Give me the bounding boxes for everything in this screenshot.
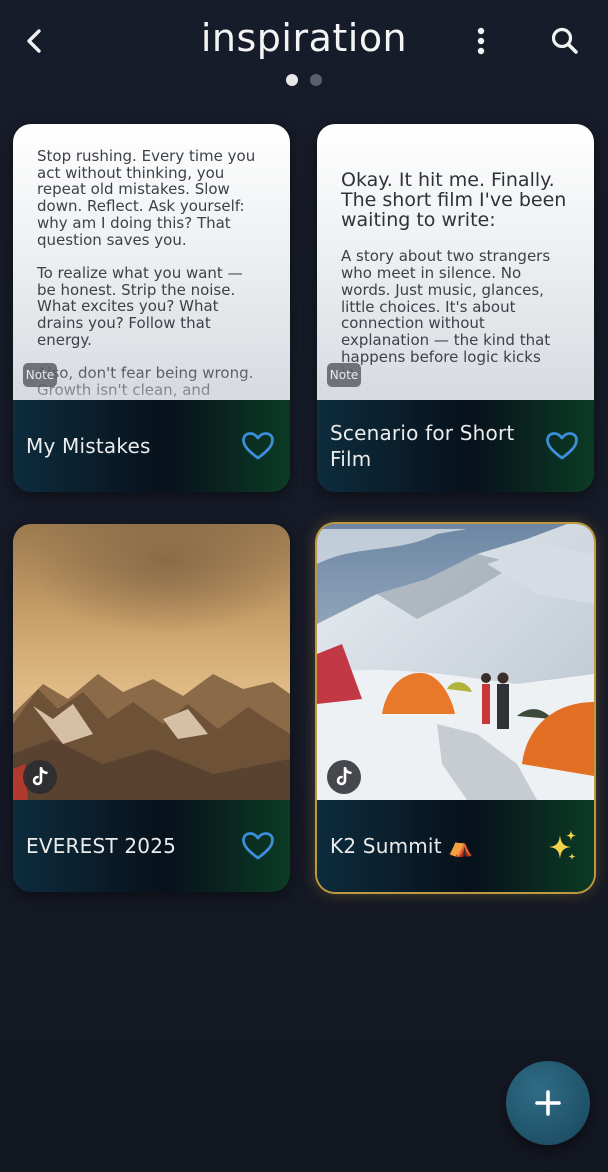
card-scenario-short-film[interactable]: Okay. It hit me. Finally. The short film… <box>317 124 594 492</box>
tiktok-badge <box>23 760 57 794</box>
page-dot-active[interactable] <box>286 74 298 86</box>
tiktok-badge <box>327 760 361 794</box>
inspiration-screen: inspiration Stop rushing. Every time you… <box>0 0 608 1172</box>
card-title: Scenario for Short Film <box>330 421 515 471</box>
card-everest-2025[interactable]: EVEREST 2025 <box>13 524 290 892</box>
plus-icon <box>535 1090 561 1116</box>
note-preview: Okay. It hit me. Finally. The short film… <box>317 124 594 400</box>
search-button[interactable] <box>548 24 582 58</box>
card-footer: K2 Summit ⛺ <box>317 800 594 892</box>
snowy-camp-tents-photo <box>317 524 594 800</box>
page-indicator <box>0 74 608 86</box>
heart-outline-icon <box>546 432 578 460</box>
tiktok-icon <box>336 767 352 786</box>
video-thumbnail <box>13 524 290 800</box>
more-vertical-icon <box>477 27 485 55</box>
heart-outline-icon <box>242 432 274 460</box>
ai-sparkle-button[interactable] <box>544 828 580 864</box>
tiktok-icon <box>32 767 48 786</box>
sparkles-icon <box>549 830 576 860</box>
page-title: inspiration <box>200 16 408 60</box>
search-icon <box>551 27 578 54</box>
note-heading: Okay. It hit me. Finally. The short film… <box>341 168 567 231</box>
note-preview: Stop rushing. Every time you act without… <box>13 124 290 400</box>
favorite-button[interactable] <box>240 428 276 464</box>
note-badge: Note <box>23 363 57 387</box>
video-thumbnail <box>317 524 594 800</box>
card-title: EVEREST 2025 <box>26 834 177 858</box>
note-badge: Note <box>327 363 361 387</box>
card-footer: My Mistakes <box>13 400 290 492</box>
card-title: My Mistakes <box>26 434 151 458</box>
card-footer: EVEREST 2025 <box>13 800 290 892</box>
add-button[interactable] <box>506 1061 590 1145</box>
page-dot[interactable] <box>310 74 322 86</box>
favorite-button[interactable] <box>544 428 580 464</box>
favorite-button[interactable] <box>240 828 276 864</box>
card-k2-summit[interactable]: K2 Summit ⛺ <box>317 524 594 892</box>
golden-mountain-range-photo <box>13 524 290 800</box>
header: inspiration <box>0 0 608 100</box>
more-options-button[interactable] <box>466 24 496 58</box>
card-my-mistakes[interactable]: Stop rushing. Every time you act without… <box>13 124 290 492</box>
card-footer: Scenario for Short Film <box>317 400 594 492</box>
heart-outline-icon <box>242 832 274 860</box>
card-title: K2 Summit ⛺ <box>330 834 474 858</box>
